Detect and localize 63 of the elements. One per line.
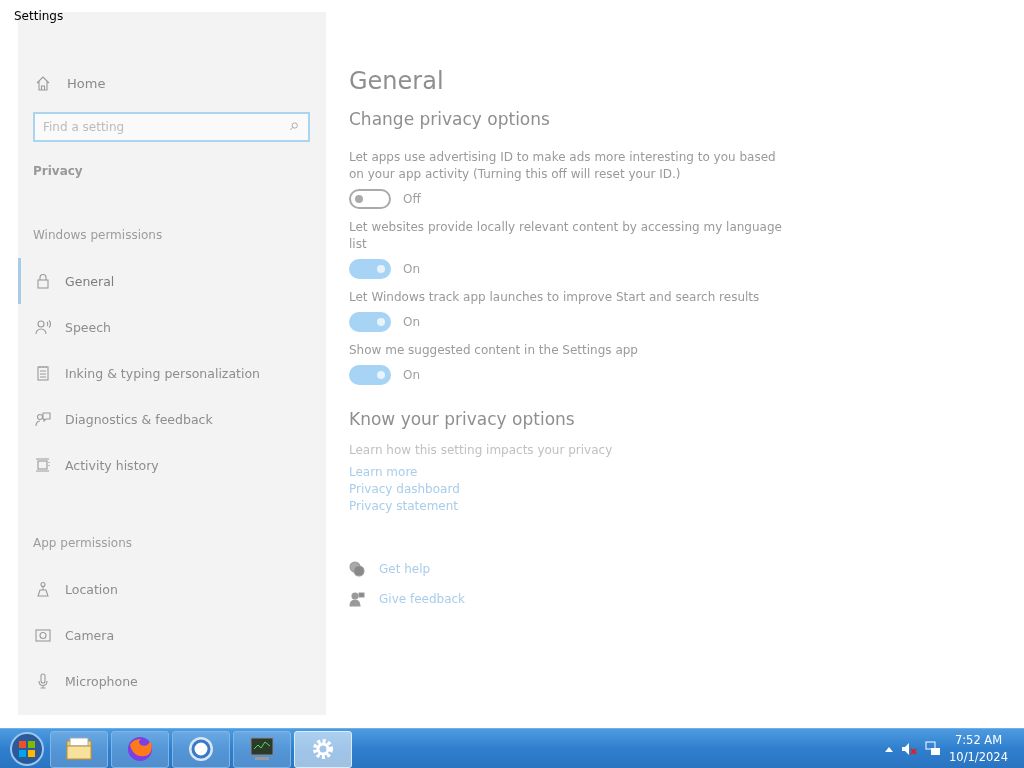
camera-icon bbox=[35, 627, 51, 643]
timeline-icon bbox=[35, 457, 51, 473]
setting-description: Let apps use advertising ID to make ads more interesting to you based on your app activity (Turning this off will reset your ID.) bbox=[349, 149, 777, 183]
setting-description: Let Windows track app launches to improve Start and search results bbox=[349, 289, 761, 306]
taskbar-button[interactable] bbox=[172, 730, 230, 768]
help-chat-icon bbox=[349, 561, 365, 577]
nav-item[interactable]: Location bbox=[18, 566, 310, 612]
network-icon[interactable] bbox=[925, 741, 942, 757]
notepad-icon bbox=[35, 365, 51, 381]
start-orb-icon[interactable] bbox=[8, 730, 46, 768]
microphone-icon bbox=[35, 673, 51, 689]
setting-description: Show me suggested content in the Settings app bbox=[349, 342, 639, 359]
location-icon bbox=[35, 581, 51, 597]
link[interactable]: Give feedback bbox=[379, 592, 466, 606]
folder-icon bbox=[66, 737, 92, 760]
taskbar-button[interactable] bbox=[50, 730, 108, 768]
search-field[interactable]: Find a setting bbox=[33, 112, 310, 142]
group-heading: App permissions bbox=[33, 536, 134, 550]
setting-description: Let websites provide locally relevant content by accessing my language list bbox=[349, 219, 783, 253]
browser-ring-icon bbox=[189, 737, 213, 761]
gear-icon bbox=[313, 739, 333, 759]
section-title: Privacy bbox=[33, 164, 84, 178]
toggle-switch[interactable] bbox=[349, 312, 391, 332]
taskbar-button[interactable] bbox=[111, 730, 169, 768]
feedback-icon bbox=[35, 411, 51, 427]
nav-item[interactable]: General bbox=[18, 258, 310, 304]
time-text: 7:52 AM bbox=[954, 732, 1003, 749]
home-icon bbox=[35, 75, 51, 91]
nav-item[interactable]: Microphone bbox=[18, 658, 310, 704]
fox-globe-icon bbox=[128, 737, 152, 761]
nav-item[interactable]: Activity history bbox=[18, 442, 310, 488]
search-icon bbox=[288, 121, 300, 133]
link[interactable]: Learn more bbox=[349, 465, 418, 479]
toggle-switch[interactable] bbox=[349, 189, 391, 209]
link[interactable]: Get help bbox=[379, 562, 431, 576]
toggle-switch[interactable] bbox=[349, 365, 391, 385]
date-text: 10/1/2024 bbox=[949, 749, 1008, 766]
nav-item[interactable]: Inking & typing personalization bbox=[18, 350, 310, 396]
window-title: Settings bbox=[14, 9, 64, 23]
section-heading: Know your privacy options bbox=[349, 409, 576, 429]
toggle-state-label: On bbox=[403, 368, 421, 382]
people-icon bbox=[349, 591, 365, 607]
group-heading: Windows permissions bbox=[33, 228, 164, 242]
home-nav-item[interactable]: Home bbox=[33, 72, 310, 94]
nav-item[interactable]: Camera bbox=[18, 612, 310, 658]
toggle-switch[interactable] bbox=[349, 259, 391, 279]
muted-speaker-icon[interactable] bbox=[901, 741, 918, 757]
section-description: Learn how this setting impacts your privacy bbox=[349, 443, 614, 457]
toggle-state-label: On bbox=[403, 262, 421, 276]
nav-item[interactable]: Speech bbox=[18, 304, 310, 350]
nav-item[interactable]: Diagnostics & feedback bbox=[18, 396, 310, 442]
up-arrow-icon[interactable] bbox=[885, 746, 894, 752]
toggle-state-label: Off bbox=[403, 192, 421, 206]
lock-icon bbox=[35, 273, 51, 289]
monitor-icon bbox=[250, 737, 274, 760]
section-heading: Change privacy options bbox=[349, 109, 551, 129]
speech-icon bbox=[35, 319, 51, 335]
taskbar-button[interactable] bbox=[233, 730, 291, 768]
page-title: General bbox=[349, 67, 445, 95]
link[interactable]: Privacy dashboard bbox=[349, 482, 460, 496]
toggle-state-label: On bbox=[403, 315, 421, 329]
clock[interactable]: 7:52 AM 10/1/2024 bbox=[949, 732, 1008, 766]
link[interactable]: Privacy statement bbox=[349, 499, 459, 513]
